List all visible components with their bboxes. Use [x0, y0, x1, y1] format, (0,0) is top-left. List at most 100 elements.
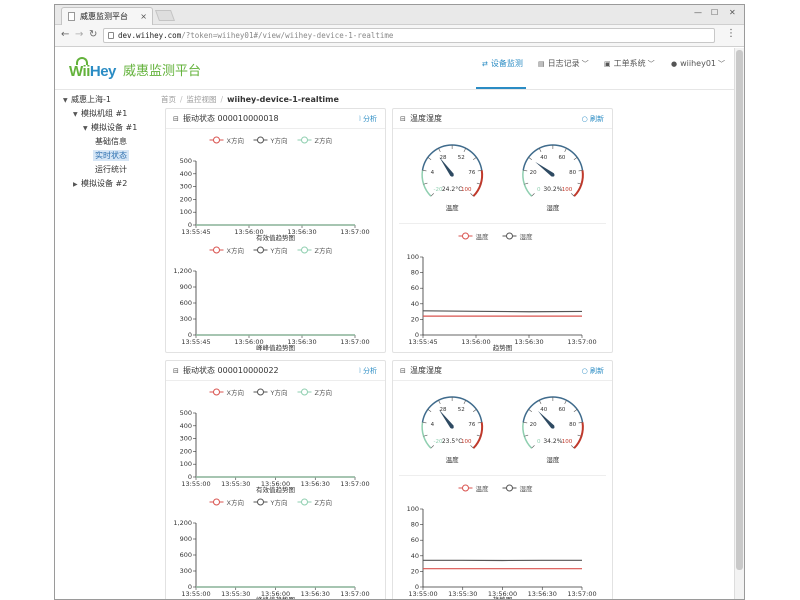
close-window-icon[interactable]: ✕ — [729, 8, 736, 17]
brand-title: 威惠监测平台 — [123, 64, 202, 79]
legend-marker — [213, 246, 220, 254]
back-icon[interactable]: ← — [61, 29, 69, 41]
minimize-icon[interactable]: — — [694, 8, 702, 17]
y-tick-label: 80 — [411, 269, 419, 277]
x-tick-label: 13:56:30 — [514, 338, 543, 346]
gauge-tick-label: 100 — [461, 187, 472, 193]
gauge-tick-label: 60 — [558, 155, 565, 161]
gauge-tick — [538, 400, 542, 404]
legend-marker — [213, 136, 220, 144]
gauge-tick-label: 80 — [569, 422, 576, 428]
gauge-tick — [438, 400, 441, 404]
breadcrumb-monitor[interactable]: 监控视图 — [187, 95, 217, 104]
reload-icon[interactable]: ↻ — [89, 29, 97, 41]
y-tick-label: 100 — [180, 208, 192, 216]
scrollbar-thumb[interactable] — [736, 50, 743, 570]
refresh-button[interactable]: ○ 刷新 — [582, 109, 604, 129]
x-tick-label: 13:57:00 — [340, 480, 369, 488]
tree-item-device-1[interactable]: ▼ 模拟设备 #1 — [83, 122, 137, 133]
tree-item-basic-info[interactable]: 基础信息 — [95, 136, 127, 147]
gauge-tick — [423, 434, 428, 437]
url-input[interactable]: dev.wiihey.com/?token=wiihey01#/view/wii… — [103, 28, 715, 43]
panel-header: ⊟ 温度湿度 ○ 刷新 — [393, 109, 612, 129]
tab-close-icon[interactable]: × — [140, 8, 147, 25]
wiihey-logo[interactable]: WiiHey — [69, 57, 121, 82]
browser-menu-icon[interactable]: ⋮ — [726, 28, 736, 39]
analyze-button[interactable]: ⦚ 分析 — [359, 361, 377, 381]
exchange-icon: ⇄ — [482, 60, 488, 68]
forward-icon[interactable]: → — [75, 29, 83, 41]
gauge-tick — [463, 400, 467, 404]
tree-item-site[interactable]: ▼ 威惠上海-1 — [63, 94, 111, 105]
gauge-hub — [551, 173, 555, 177]
collapse-icon[interactable]: ⊟ — [173, 361, 179, 381]
legend-marker — [506, 232, 513, 240]
y-tick-label: 20 — [411, 315, 419, 323]
nav-device-monitor[interactable]: ⇄ 设备监测 — [476, 48, 526, 89]
gauge-tick-label: 0 — [537, 187, 541, 193]
analyze-button[interactable]: ⦚ 分析 — [359, 109, 377, 129]
x-tick-label: 13:55:30 — [221, 480, 250, 488]
tab-strip: 威惠监测平台 × — ☐ ✕ — [55, 5, 744, 25]
y-tick-label: 900 — [180, 283, 192, 291]
nav-user-menu[interactable]: ● wiihey01 ﹀ — [671, 48, 728, 89]
gauge-tick-label: 28 — [440, 155, 447, 161]
analyze-label: 分析 — [363, 115, 377, 123]
nav-label: 工单系统 — [613, 59, 646, 68]
vibration-panel-2: ⊟ 振动状态 000010000022 ⦚ 分析 X方向 Y方向 Z方向 0 100 20… — [165, 360, 386, 599]
legend-marker — [257, 246, 264, 254]
gauge-tick — [524, 182, 529, 185]
nav-work-orders[interactable]: ▣ 工单系统 ﹀ — [604, 48, 658, 89]
gauge-tick — [472, 157, 477, 160]
top-navbar: WiiHey 威惠监测平台 ⇄ 设备监测 ▤ 日志记录 ﹀ ▣ 工单系统 ﹀ ● wiihe… — [55, 48, 736, 90]
gauge-name: 温度 — [446, 455, 460, 464]
temp-humidity-trend-chart: 温度 湿度02040608010013:55:00 13:55:30 13:56:00… — [407, 484, 597, 600]
tree-item-stats[interactable]: 运行统计 — [95, 164, 127, 175]
gauge-tick-label: 76 — [468, 422, 475, 428]
user-icon: ● — [671, 60, 678, 68]
x-tick-label: 13:57:00 — [340, 590, 369, 598]
expand-toggle-icon[interactable]: ▶ — [73, 181, 81, 188]
gauge-tick — [524, 434, 529, 437]
tree-item-realtime[interactable]: 实时状态 — [93, 150, 129, 161]
refresh-button[interactable]: ○ 刷新 — [582, 361, 604, 381]
collapse-icon[interactable]: ⊟ — [173, 109, 179, 129]
legend-marker — [506, 484, 513, 492]
tree-label: 模拟机组 #1 — [81, 109, 128, 118]
y-tick-label: 1,200 — [173, 267, 192, 275]
gauge-tick-label: 100 — [562, 439, 573, 445]
gauge-tick — [470, 445, 474, 449]
breadcrumb-sep: / — [220, 95, 224, 104]
gauge-tick-label: 0 — [537, 439, 541, 445]
ticket-icon: ▣ — [604, 60, 611, 68]
gauge-name: 湿度 — [546, 455, 560, 464]
nav-logs[interactable]: ▤ 日志记录 ﹀ — [538, 48, 592, 89]
logo-text-b: Hey — [89, 63, 117, 80]
expand-toggle-icon[interactable]: ▼ — [63, 97, 71, 104]
y-tick-label: 300 — [180, 435, 192, 443]
expand-toggle-icon[interactable]: ▼ — [73, 111, 81, 118]
collapse-icon[interactable]: ⊟ — [400, 361, 406, 381]
maximize-icon[interactable]: ☐ — [711, 8, 718, 17]
browser-tab[interactable]: 威惠监测平台 × — [61, 7, 153, 25]
legend-label: X方向 — [227, 136, 244, 145]
x-tick-label: 13:55:30 — [448, 590, 477, 598]
tree-item-device-2[interactable]: ▶ 模拟设备 #2 — [73, 178, 127, 189]
panel-header: ⊟ 振动状态 000010000022 ⦚ 分析 — [166, 361, 385, 381]
legend-marker — [257, 136, 264, 144]
x-tick-label: 13:57:00 — [340, 338, 369, 346]
page-scrollbar[interactable] — [734, 48, 744, 599]
page-info-icon[interactable] — [108, 32, 114, 39]
gauge-tick-label: 40 — [540, 407, 547, 413]
gauge-tick — [564, 148, 567, 152]
expand-toggle-icon[interactable]: ▼ — [83, 125, 91, 132]
tree-item-unit[interactable]: ▼ 模拟机组 #1 — [73, 108, 127, 119]
new-tab-button[interactable] — [154, 10, 176, 21]
panel-header: ⊟ 温度湿度 ○ 刷新 — [393, 361, 612, 381]
x-axis-title: 趋势图 — [493, 595, 513, 600]
y-tick-label: 600 — [180, 299, 192, 307]
legend-label: X方向 — [227, 246, 244, 255]
breadcrumb-home[interactable]: 首页 — [161, 95, 176, 104]
collapse-icon[interactable]: ⊟ — [400, 109, 406, 129]
gauge-name: 湿度 — [546, 203, 560, 212]
